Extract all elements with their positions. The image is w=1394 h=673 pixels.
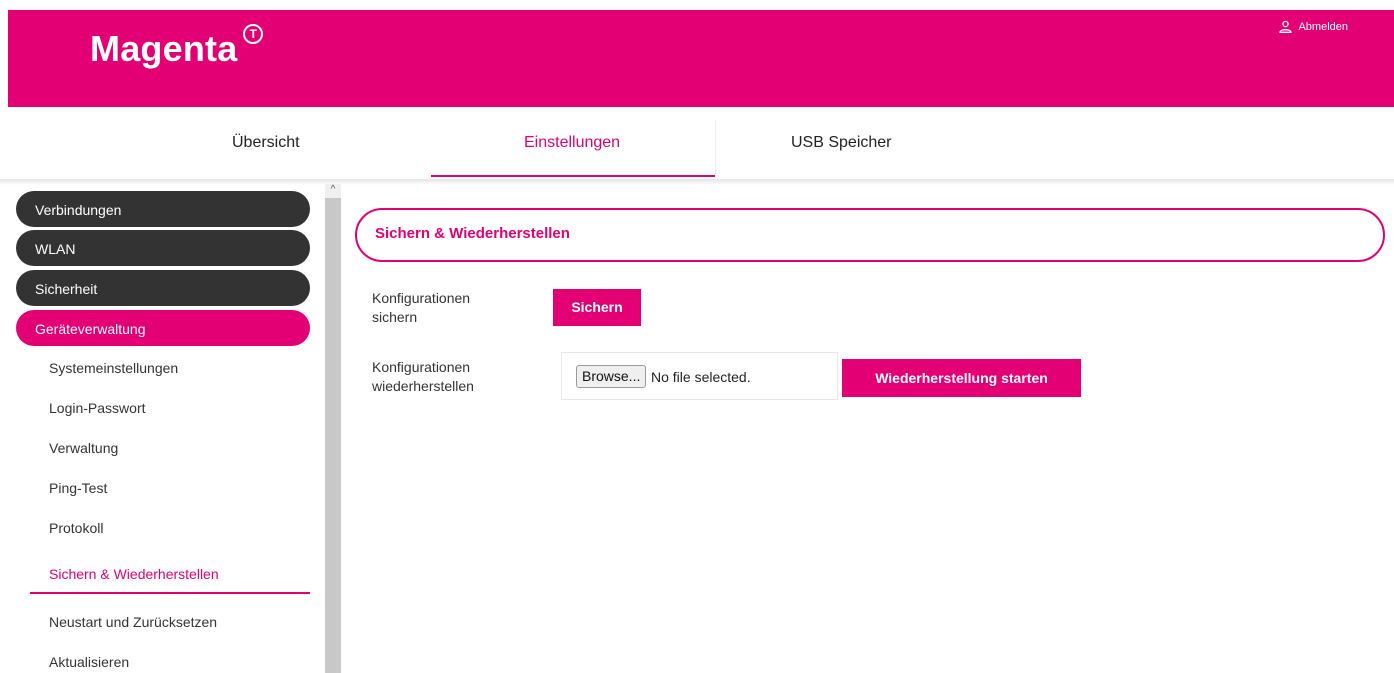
section-title: Sichern & Wiederherstellen (375, 225, 570, 242)
backup-label-line2: sichern (372, 309, 418, 325)
sidebar-item-wlan[interactable]: WLAN (16, 230, 310, 266)
active-tab-indicator (431, 175, 715, 177)
brand-name: Magenta (90, 28, 238, 69)
tab-usb-storage[interactable]: USB Speicher (791, 134, 892, 152)
backup-label: Konfigurationen sichern (372, 289, 470, 327)
file-input[interactable]: Browse... No file selected. (561, 352, 838, 400)
sidebar-scrollbar[interactable]: ^ (325, 184, 341, 673)
brand-logo[interactable]: Magenta T (90, 24, 264, 70)
scroll-up-icon[interactable]: ^ (328, 184, 338, 196)
sidebar-item-security[interactable]: Sicherheit (16, 270, 310, 306)
sidebar-subitem-restart-reset[interactable]: Neustart und Zurücksetzen (49, 614, 217, 630)
backup-label-line1: Konfigurationen (372, 290, 471, 306)
active-subitem-indicator (30, 592, 310, 594)
user-icon (1279, 20, 1293, 33)
sidebar-subitem-login-password[interactable]: Login-Passwort (49, 400, 146, 416)
sidebar-item-device-management[interactable]: Geräteverwaltung (16, 310, 310, 346)
tab-overview[interactable]: Übersicht (232, 134, 300, 152)
scrollbar-thumb[interactable] (325, 198, 341, 673)
file-status: No file selected. (651, 369, 751, 385)
sidebar: Verbindungen WLAN Sicherheit Geräteverwa… (0, 186, 325, 673)
sidebar-subitem-log[interactable]: Protokoll (49, 520, 103, 536)
restore-label: Konfigurationen wiederherstellen (372, 358, 474, 396)
start-restore-button[interactable]: Wiederherstellung starten (842, 359, 1081, 397)
sidebar-subitem-administration[interactable]: Verwaltung (49, 440, 118, 456)
sidebar-subitem-backup-restore[interactable]: Sichern & Wiederherstellen (49, 566, 219, 582)
sidebar-item-connections[interactable]: Verbindungen (16, 191, 310, 227)
nav-shadow (0, 179, 1394, 185)
top-navigation: Übersicht Einstellungen USB Speicher (0, 108, 1394, 180)
telekom-t-icon: T (243, 24, 264, 44)
tab-divider (715, 120, 716, 178)
sidebar-subitem-ping-test[interactable]: Ping-Test (49, 480, 107, 496)
logout-link[interactable]: Abmelden (1279, 20, 1348, 33)
sidebar-subitem-system-settings[interactable]: Systemeinstellungen (49, 360, 178, 376)
section-header: Sichern & Wiederherstellen (355, 208, 1385, 262)
sidebar-subitem-update[interactable]: Aktualisieren (49, 654, 129, 670)
page: Magenta T Abmelden Übersicht Einstellung… (0, 0, 1394, 673)
backup-button[interactable]: Sichern (553, 289, 641, 326)
tab-settings[interactable]: Einstellungen (524, 134, 620, 152)
restore-label-line1: Konfigurationen (372, 359, 471, 375)
logout-label: Abmelden (1298, 20, 1348, 33)
browse-button[interactable]: Browse... (576, 365, 647, 388)
header-bar: Magenta T Abmelden (8, 10, 1394, 107)
restore-label-line2: wiederherstellen (372, 378, 474, 394)
